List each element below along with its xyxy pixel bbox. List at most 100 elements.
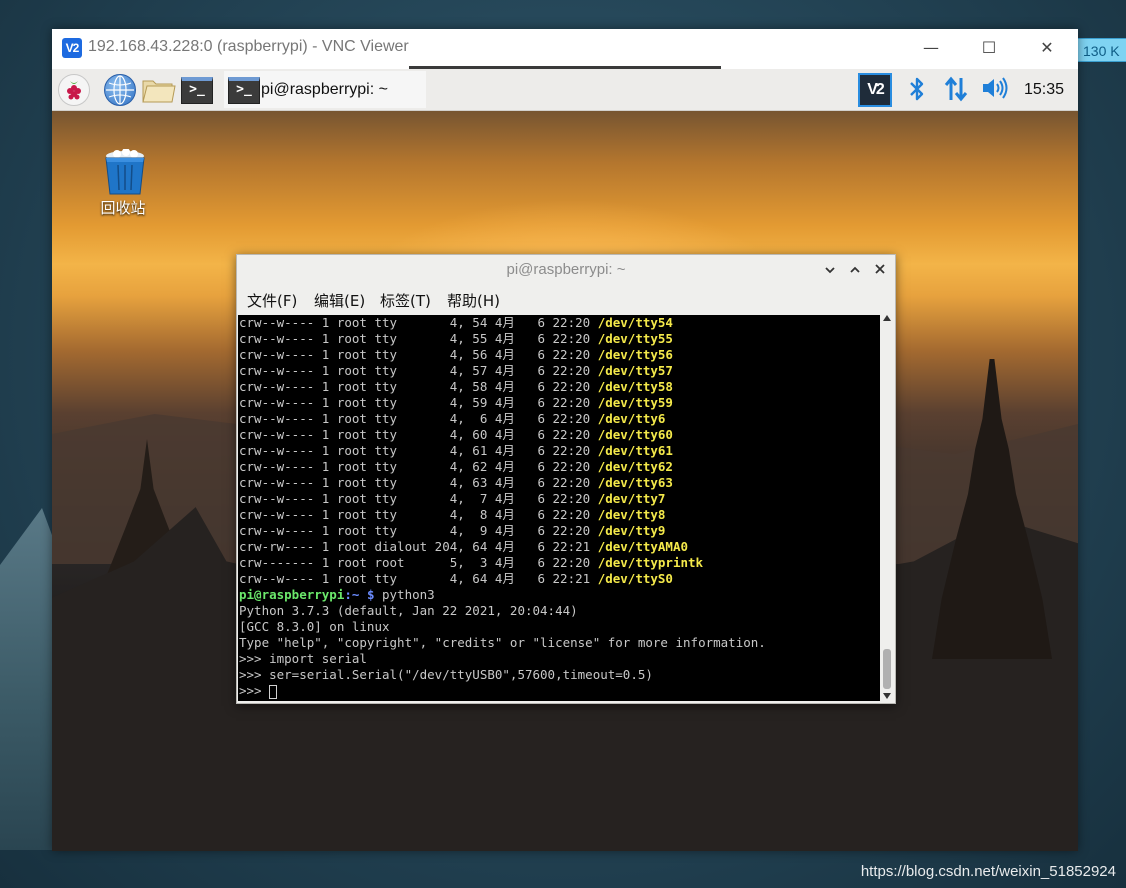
listing-attrs: crw--w---- 1 root tty 4, 7 4月 6 22:20 [239,491,598,506]
terminal-menubar: 文件(F) 编辑(E) 标签(T) 帮助(H) [237,286,895,314]
vnc-server-tray-icon[interactable]: V2 [858,73,892,107]
taskbar-terminal-window-button[interactable]: >_ pi@raspberrypi: ~ [224,71,426,108]
terminal-icon[interactable]: >_ [181,77,213,104]
scrollbar-thumb[interactable] [883,649,891,689]
network-speed-tag: 130 K [1076,38,1126,62]
listing-attrs: crw--w---- 1 root tty 4, 54 4月 6 22:20 [239,315,598,330]
listing-row: crw--w---- 1 root tty 4, 56 4月 6 22:20 /… [238,347,880,363]
menu-tabs[interactable]: 标签(T) [380,290,431,311]
menu-help[interactable]: 帮助(H) [447,290,500,311]
terminal-minimize-button[interactable] [818,255,842,285]
network-arrows-icon[interactable] [942,75,970,105]
prompt-command: python3 [382,587,435,602]
minimize-button[interactable]: — [902,29,960,67]
listing-row: crw--w---- 1 root tty 4, 55 4月 6 22:20 /… [238,331,880,347]
terminal-title: pi@raspberrypi: ~ [506,261,626,278]
remote-desktop[interactable]: >_ >_ pi@raspberrypi: ~ V2 15:35 回收站 pi@… [52,69,1078,851]
prompt-path: :~ [344,587,360,602]
listing-device: /dev/tty6 [597,411,666,426]
listing-device: /dev/ttyS0 [597,571,673,586]
listing-row: crw--w---- 1 root tty 4, 64 4月 6 22:21 /… [238,571,880,587]
maximize-button[interactable]: ☐ [960,29,1018,67]
desktop-icon-trash[interactable]: 回收站 [94,148,152,218]
terminal-close-button[interactable] [868,255,892,285]
listing-attrs: crw--w---- 1 root tty 4, 60 4月 6 22:20 [239,427,598,442]
listing-device: /dev/tty59 [597,395,673,410]
listing-row: crw--w---- 1 root tty 4, 57 4月 6 22:20 /… [238,363,880,379]
listing-attrs: crw--w---- 1 root tty 4, 58 4月 6 22:20 [239,379,598,394]
vnc-titlebar[interactable]: V2 192.168.43.228:0 (raspberrypi) - VNC … [52,29,1078,67]
web-browser-icon[interactable] [104,74,136,106]
listing-attrs: crw--w---- 1 root tty 4, 62 4月 6 22:20 [239,459,598,474]
listing-device: /dev/tty7 [597,491,666,506]
listing-device: /dev/ttyprintk [597,555,704,570]
output-line: >>> ser=serial.Serial("/dev/ttyUSB0",576… [239,667,653,682]
listing-attrs: crw--w---- 1 root tty 4, 56 4月 6 22:20 [239,347,598,362]
terminal-scrollbar[interactable] [881,315,893,701]
trash-icon [103,148,145,195]
listing-device: /dev/tty56 [597,347,673,362]
listing-device: /dev/tty54 [597,315,673,330]
listing-row: crw------- 1 root root 5, 3 4月 6 22:20 /… [238,555,880,571]
input-line[interactable]: >>> [238,683,880,699]
listing-row: crw--w---- 1 root tty 4, 62 4月 6 22:20 /… [238,459,880,475]
terminal-icon: >_ [228,77,260,104]
clock[interactable]: 15:35 [1024,81,1064,99]
vnc-logo-icon: V2 [62,38,82,58]
listing-device: /dev/ttyAMA0 [597,539,688,554]
output-line: Type "help", "copyright", "credits" or "… [239,635,766,650]
desktop-icon-label: 回收站 [100,199,146,217]
vnc-window-title: 192.168.43.228:0 (raspberrypi) - VNC Vie… [88,38,409,55]
close-button[interactable]: ✕ [1018,29,1076,67]
listing-device: /dev/tty57 [597,363,673,378]
file-listing: crw--w---- 1 root tty 4, 54 4月 6 22:20 /… [238,315,880,587]
listing-row: crw--w---- 1 root tty 4, 9 4月 6 22:20 /d… [238,523,880,539]
output-line: [GCC 8.3.0] on linux [239,619,390,634]
prompt-symbol: $ [359,587,382,602]
listing-attrs: crw--w---- 1 root tty 4, 63 4月 6 22:20 [239,475,598,490]
watermark: https://blog.csdn.net/weixin_51852924 [860,863,1116,880]
listing-device: /dev/tty58 [597,379,673,394]
listing-row: crw--w---- 1 root tty 4, 60 4月 6 22:20 /… [238,427,880,443]
bluetooth-icon[interactable] [905,75,929,105]
menu-file[interactable]: 文件(F) [247,290,297,311]
listing-attrs: crw--w---- 1 root tty 4, 59 4月 6 22:20 [239,395,598,410]
shell-prompt-line: pi@raspberrypi:~ $ python3 [238,587,880,603]
listing-attrs: crw--w---- 1 root tty 4, 64 4月 6 22:21 [239,571,598,586]
vnc-viewer-window: V2 192.168.43.228:0 (raspberrypi) - VNC … [52,29,1078,851]
terminal-output[interactable]: crw--w---- 1 root tty 4, 54 4月 6 22:20 /… [238,315,880,701]
terminal-titlebar[interactable]: pi@raspberrypi: ~ [237,255,895,285]
raspberry-menu-icon[interactable] [58,74,90,106]
listing-row: crw--w---- 1 root tty 4, 6 4月 6 22:20 /d… [238,411,880,427]
listing-device: /dev/tty8 [597,507,666,522]
listing-attrs: crw--w---- 1 root tty 4, 6 4月 6 22:20 [239,411,598,426]
menu-edit[interactable]: 编辑(E) [314,290,365,311]
output-line: >>> import serial [239,651,367,666]
file-manager-icon[interactable] [142,74,176,106]
terminal-maximize-button[interactable] [843,255,867,285]
volume-icon[interactable] [980,75,1010,105]
listing-row: crw--w---- 1 root tty 4, 63 4月 6 22:20 /… [238,475,880,491]
listing-attrs: crw--w---- 1 root tty 4, 8 4月 6 22:20 [239,507,598,522]
listing-device: /dev/tty62 [597,459,673,474]
listing-row: crw--w---- 1 root tty 4, 58 4月 6 22:20 /… [238,379,880,395]
listing-device: /dev/tty60 [597,427,673,442]
text-cursor [269,684,278,699]
listing-row: crw--w---- 1 root tty 4, 7 4月 6 22:20 /d… [238,491,880,507]
listing-attrs: crw--w---- 1 root tty 4, 57 4月 6 22:20 [239,363,598,378]
taskbar: >_ >_ pi@raspberrypi: ~ V2 15:35 [52,69,1078,111]
listing-row: crw--w---- 1 root tty 4, 61 4月 6 22:20 /… [238,443,880,459]
listing-device: /dev/tty61 [597,443,673,458]
prompt-user: pi@raspberrypi [239,587,345,602]
listing-row: crw--w---- 1 root tty 4, 8 4月 6 22:20 /d… [238,507,880,523]
listing-device: /dev/tty55 [597,331,673,346]
listing-row: crw-rw---- 1 root dialout 204, 64 4月 6 2… [238,539,880,555]
scroll-down-arrow-icon[interactable] [883,693,891,699]
scroll-up-arrow-icon[interactable] [883,315,891,321]
listing-attrs: crw--w---- 1 root tty 4, 61 4月 6 22:20 [239,443,598,458]
listing-device: /dev/tty9 [597,523,666,538]
python-prompt: >>> [239,683,270,698]
output-line: Python 3.7.3 (default, Jan 22 2021, 20:0… [239,603,578,618]
listing-attrs: crw------- 1 root root 5, 3 4月 6 22:20 [239,555,598,570]
listing-attrs: crw--w---- 1 root tty 4, 55 4月 6 22:20 [239,331,598,346]
